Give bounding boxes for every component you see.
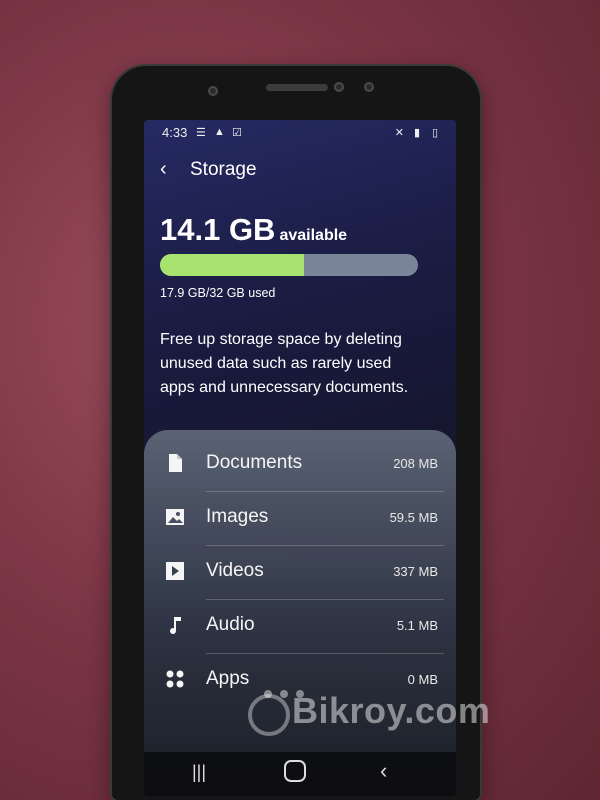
video-icon [166, 562, 184, 580]
category-name: Images [206, 506, 269, 527]
available-value: 14.1 GB [160, 212, 276, 247]
document-icon [169, 454, 182, 472]
navigation-bar: ||| ‹ [144, 752, 456, 796]
back-icon[interactable]: ‹ [160, 158, 167, 181]
signal-icon: ▮ [413, 127, 420, 139]
notification-icon: ☰ [196, 127, 206, 139]
image-icon [166, 509, 184, 525]
category-panel: Documents 208 MB Images 59.5 MB Videos 3… [144, 430, 456, 796]
category-size: 337 MB [393, 564, 438, 579]
category-size: 208 MB [393, 456, 438, 471]
storage-usage-bar [160, 254, 418, 276]
category-size: 59.5 MB [389, 510, 438, 525]
category-row-audio[interactable]: Audio 5.1 MB [144, 600, 456, 654]
audio-icon [170, 617, 181, 635]
storage-description: Free up storage space by deleting unused… [160, 331, 409, 396]
apps-icon [166, 670, 184, 688]
category-name: Apps [206, 668, 250, 689]
warning-icon: ▲ [214, 126, 225, 138]
watermark-text: Bikroy.com [292, 690, 491, 731]
recent-apps-button[interactable]: ||| [192, 762, 206, 783]
category-size: 5.1 MB [396, 618, 438, 633]
home-button[interactable] [284, 760, 306, 782]
earpiece-speaker [266, 84, 328, 91]
status-time: 4:33 [162, 125, 188, 140]
page-title: Storage [190, 159, 257, 180]
check-icon: ☑ [232, 127, 242, 139]
category-row-images[interactable]: Images 59.5 MB [144, 492, 456, 546]
front-camera [208, 86, 218, 96]
category-size: 0 MB [407, 672, 438, 687]
available-label: available [279, 227, 348, 244]
category-name: Videos [206, 560, 264, 581]
category-name: Documents [206, 452, 303, 473]
watermark-logo [248, 694, 290, 736]
category-name: Audio [206, 614, 255, 635]
mute-icon: ✕ [394, 127, 404, 139]
storage-usage-fill [160, 254, 305, 276]
back-button[interactable]: ‹ [380, 758, 387, 784]
sensor-dot [364, 82, 374, 92]
status-bar: 4:33 ☰ ▲ ☑ ✕ ▮ ▯ [162, 123, 438, 143]
storage-used-text: 17.9 GB/32 GB used [160, 286, 276, 300]
available-storage: 14.1 GB available [160, 212, 347, 248]
battery-icon: ▯ [431, 127, 438, 139]
watermark-dot [280, 690, 288, 698]
category-row-videos[interactable]: Videos 337 MB [144, 546, 456, 600]
category-row-documents[interactable]: Documents 208 MB [144, 438, 456, 492]
sensor-dot [334, 82, 344, 92]
